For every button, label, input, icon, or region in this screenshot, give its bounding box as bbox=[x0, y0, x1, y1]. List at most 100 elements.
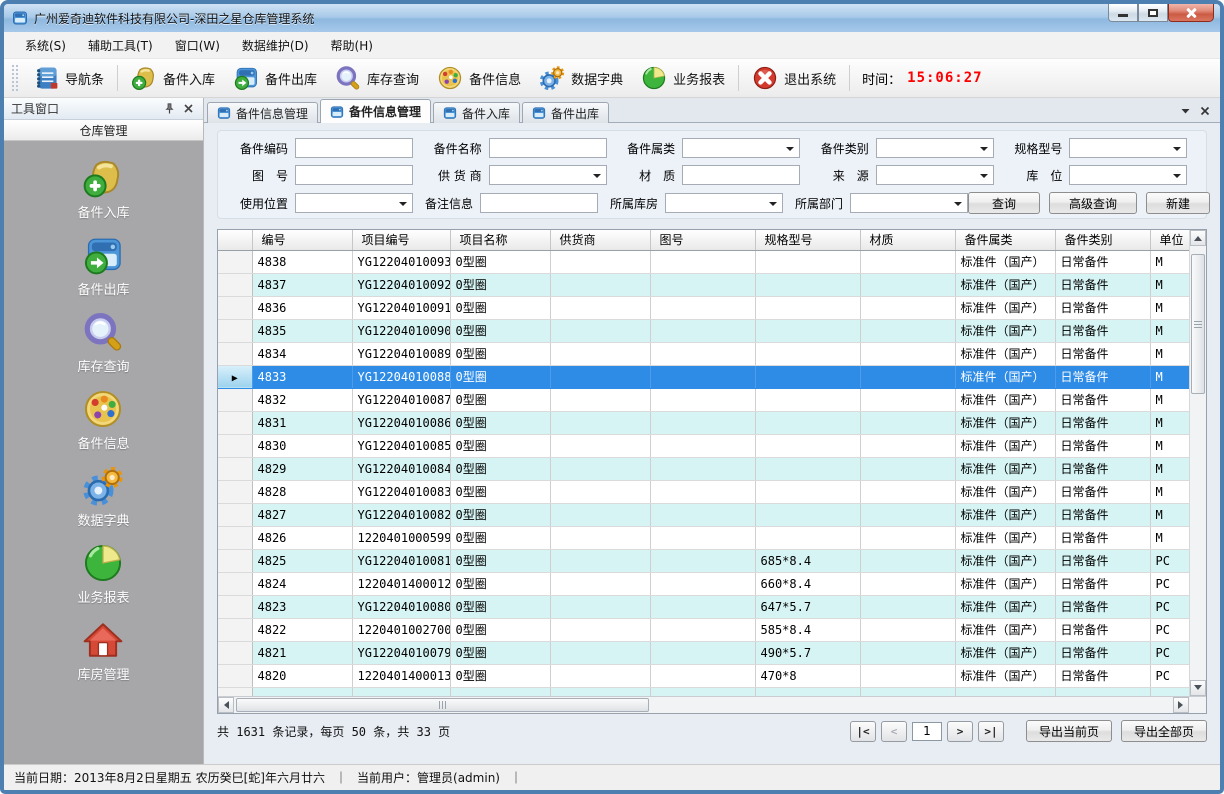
column-header-10[interactable]: 单位 bbox=[1150, 230, 1189, 250]
horizontal-scrollbar[interactable] bbox=[218, 696, 1206, 713]
grid-row-4823[interactable]: 4823YG122040100800型圈647*5.7标准件（国产）日常备件PC bbox=[218, 595, 1189, 618]
sidebar-item-window-out[interactable]: 备件出库 bbox=[77, 234, 129, 298]
search-text-input[interactable] bbox=[682, 165, 800, 185]
grid-row-4834[interactable]: 4834YG122040100890型圈标准件（国产）日常备件M bbox=[218, 342, 1189, 365]
grid-row-4822[interactable]: 482212204010027000型圈585*8.4标准件（国产）日常备件PC bbox=[218, 618, 1189, 641]
grid-row-4827[interactable]: 4827YG122040100820型圈标准件（国产）日常备件M bbox=[218, 503, 1189, 526]
grid-row-4824[interactable]: 482412204014000120型圈660*8.4标准件（国产）日常备件PC bbox=[218, 572, 1189, 595]
search-dropdown[interactable] bbox=[682, 138, 800, 158]
pin-icon[interactable] bbox=[161, 101, 177, 117]
search-dropdown[interactable] bbox=[489, 165, 607, 185]
grid-row-4837[interactable]: 4837YG122040100920型圈标准件（国产）日常备件M bbox=[218, 273, 1189, 296]
toolbar-button-window-out[interactable]: 备件出库 bbox=[224, 62, 326, 94]
toolbar-grip[interactable] bbox=[12, 65, 19, 91]
page-number-input[interactable]: 1 bbox=[912, 722, 942, 741]
toolbar-button-palette[interactable]: 备件信息 bbox=[428, 62, 530, 94]
menu-item-5[interactable]: 帮助(H) bbox=[320, 32, 384, 59]
grid-row-4825[interactable]: 4825YG122040100810型圈685*8.4标准件（国产）日常备件PC bbox=[218, 549, 1189, 572]
column-header-9[interactable]: 备件类别 bbox=[1055, 230, 1150, 250]
maximize-button[interactable] bbox=[1138, 4, 1168, 22]
sidebar-item-pie[interactable]: 业务报表 bbox=[77, 542, 129, 606]
search-text-input[interactable] bbox=[295, 138, 413, 158]
grid-row-4836[interactable]: 4836YG122040100910型圈标准件（国产）日常备件M bbox=[218, 296, 1189, 319]
new-button[interactable]: 新建 bbox=[1146, 192, 1210, 214]
column-header-6[interactable]: 规格型号 bbox=[755, 230, 860, 250]
close-panel-icon[interactable] bbox=[180, 101, 196, 117]
tab-list-dropdown-icon[interactable] bbox=[1181, 107, 1190, 115]
column-header-3[interactable]: 项目名称 bbox=[450, 230, 550, 250]
tab-4[interactable]: 备件出库 bbox=[522, 102, 609, 123]
grid-row-4829[interactable]: 4829YG122040100840型圈标准件（国产）日常备件M bbox=[218, 457, 1189, 480]
close-tab-icon[interactable] bbox=[1200, 106, 1210, 116]
vscroll-track[interactable] bbox=[1190, 246, 1206, 680]
search-dropdown[interactable] bbox=[295, 193, 413, 213]
toolbar-button-gears[interactable]: 数据字典 bbox=[530, 62, 632, 94]
column-header-7[interactable]: 材质 bbox=[860, 230, 955, 250]
close-button[interactable] bbox=[1168, 4, 1214, 22]
menu-item-4[interactable]: 数据维护(D) bbox=[231, 32, 320, 59]
search-dropdown[interactable] bbox=[876, 165, 994, 185]
column-header-8[interactable]: 备件属类 bbox=[955, 230, 1055, 250]
last-page-button[interactable]: >| bbox=[978, 721, 1004, 742]
column-header-1[interactable]: 编号 bbox=[252, 230, 352, 250]
query-button[interactable]: 查询 bbox=[968, 192, 1040, 214]
sidebar-section-header[interactable]: 仓库管理 bbox=[4, 120, 203, 141]
grid-row-4831[interactable]: 4831YG122040100860型圈标准件（国产）日常备件M bbox=[218, 411, 1189, 434]
sidebar-item-palette[interactable]: 备件信息 bbox=[77, 388, 129, 452]
menu-item-2[interactable]: 辅助工具(T) bbox=[77, 32, 164, 59]
advanced-query-button[interactable]: 高级查询 bbox=[1049, 192, 1137, 214]
search-dropdown[interactable] bbox=[850, 193, 968, 213]
column-header-2[interactable]: 项目编号 bbox=[352, 230, 450, 250]
search-text-input[interactable] bbox=[489, 138, 607, 158]
grid-cell: 日常备件 bbox=[1055, 319, 1150, 342]
column-header-5[interactable]: 图号 bbox=[650, 230, 755, 250]
title-bar[interactable]: 广州爱奇迪软件科技有限公司-深田之星仓库管理系统 bbox=[4, 4, 1220, 32]
search-dropdown[interactable] bbox=[665, 193, 783, 213]
grid-row-4838[interactable]: 4838YG122040100930型圈标准件（国产）日常备件M bbox=[218, 250, 1189, 273]
vertical-scrollbar[interactable] bbox=[1189, 230, 1206, 696]
grid-row-4820[interactable]: 482012204014000130型圈470*8标准件（国产）日常备件PC bbox=[218, 664, 1189, 687]
search-dropdown[interactable] bbox=[1069, 138, 1187, 158]
grid-cell: 647*5.7 bbox=[755, 595, 860, 618]
grid-row-4828[interactable]: 4828YG122040100830型圈标准件（国产）日常备件M bbox=[218, 480, 1189, 503]
tab-3[interactable]: 备件入库 bbox=[433, 102, 520, 123]
scroll-down-button[interactable] bbox=[1190, 680, 1206, 696]
sidebar-item-bag-in[interactable]: 备件入库 bbox=[77, 157, 129, 221]
column-header-4[interactable]: 供货商 bbox=[550, 230, 650, 250]
minimize-button[interactable] bbox=[1108, 4, 1138, 22]
grid-row-4826[interactable]: 482612204010005990型圈标准件（国产）日常备件M bbox=[218, 526, 1189, 549]
toolbar-button-pie[interactable]: 业务报表 bbox=[632, 62, 734, 94]
toolbar-button-bag-in[interactable]: 备件入库 bbox=[122, 62, 224, 94]
hscroll-track[interactable] bbox=[234, 697, 1173, 713]
grid-row-4835[interactable]: 4835YG122040100900型圈标准件（国产）日常备件M bbox=[218, 319, 1189, 342]
menu-item-1[interactable]: 系统(S) bbox=[14, 32, 77, 59]
sidebar-item-search[interactable]: 库存查询 bbox=[77, 311, 129, 375]
toolbar-button-search[interactable]: 库存查询 bbox=[326, 62, 428, 94]
scroll-left-button[interactable] bbox=[218, 697, 234, 713]
search-dropdown[interactable] bbox=[1069, 165, 1187, 185]
next-page-button[interactable]: > bbox=[947, 721, 973, 742]
search-dropdown[interactable] bbox=[876, 138, 994, 158]
toolbar-button-notebook[interactable]: 导航条 bbox=[24, 62, 113, 94]
first-page-button[interactable]: |< bbox=[850, 721, 876, 742]
menu-item-3[interactable]: 窗口(W) bbox=[164, 32, 231, 59]
scroll-right-button[interactable] bbox=[1173, 697, 1189, 713]
tab-1[interactable]: 备件信息管理 bbox=[207, 102, 318, 123]
grid-row-4830[interactable]: 4830YG122040100850型圈标准件（国产）日常备件M bbox=[218, 434, 1189, 457]
toolbar-button-exit[interactable]: 退出系统 bbox=[743, 62, 845, 94]
export-all-pages-button[interactable]: 导出全部页 bbox=[1121, 720, 1207, 742]
sidebar-item-house[interactable]: 库房管理 bbox=[77, 619, 129, 683]
sidebar-item-gears[interactable]: 数据字典 bbox=[77, 465, 129, 529]
scroll-up-button[interactable] bbox=[1190, 230, 1206, 246]
search-text-input[interactable] bbox=[295, 165, 413, 185]
search-text-input[interactable] bbox=[480, 193, 598, 213]
sidebar-item-label: 库房管理 bbox=[77, 664, 129, 683]
grid-row-4833[interactable]: ▶4833YG122040100880型圈标准件（国产）日常备件M bbox=[218, 365, 1189, 388]
vscroll-thumb[interactable] bbox=[1191, 254, 1205, 394]
hscroll-thumb[interactable] bbox=[236, 698, 649, 712]
previous-page-button[interactable]: < bbox=[881, 721, 907, 742]
tab-2[interactable]: 备件信息管理 bbox=[320, 99, 431, 123]
grid-row-4832[interactable]: 4832YG122040100870型圈标准件（国产）日常备件M bbox=[218, 388, 1189, 411]
grid-row-4821[interactable]: 4821YG122040100790型圈490*5.7标准件（国产）日常备件PC bbox=[218, 641, 1189, 664]
export-current-page-button[interactable]: 导出当前页 bbox=[1026, 720, 1112, 742]
